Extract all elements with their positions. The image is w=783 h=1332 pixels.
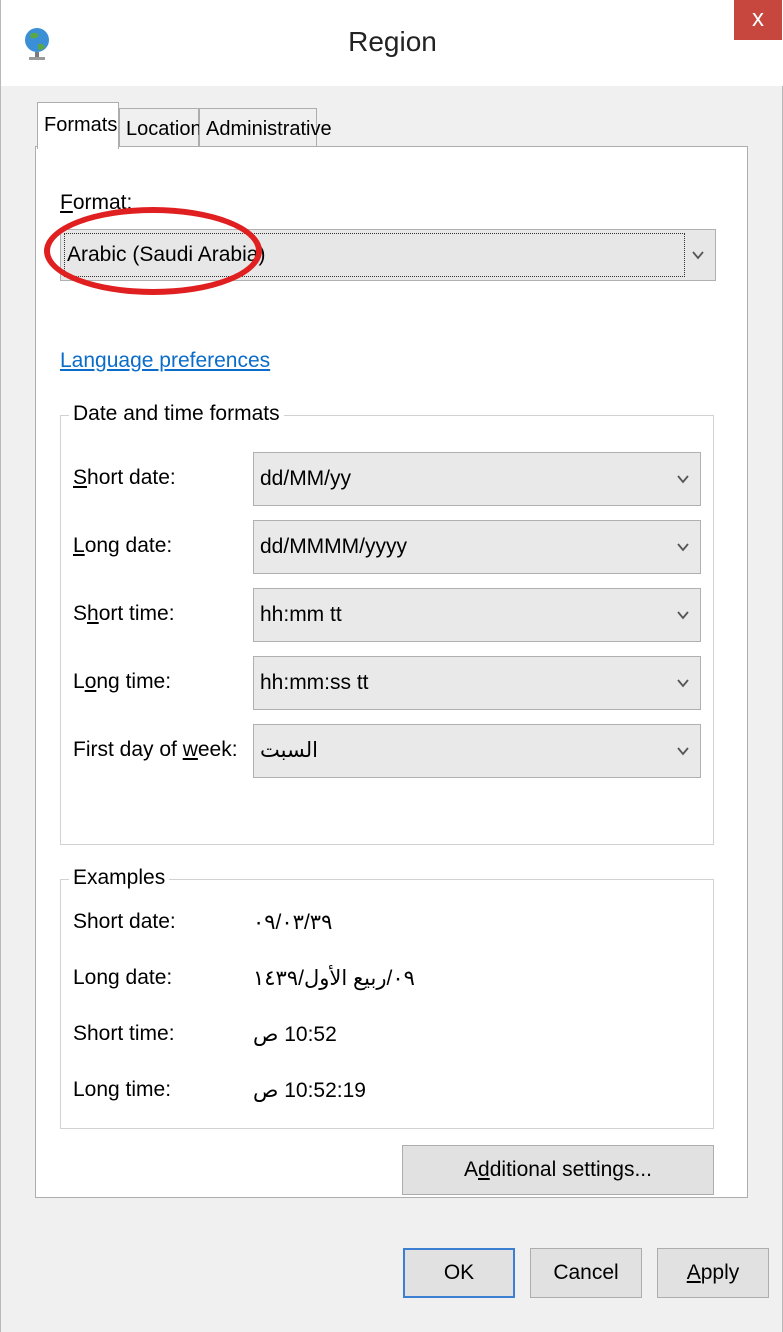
chevron-down-icon xyxy=(677,679,689,688)
region-dialog: Region x Formats Location Administrative… xyxy=(0,0,783,1332)
cancel-button[interactable]: Cancel xyxy=(530,1248,642,1298)
chevron-down-icon xyxy=(692,251,704,260)
tab-formats[interactable]: Formats xyxy=(37,102,119,149)
format-label: Format: xyxy=(60,191,133,214)
ok-button[interactable]: OK xyxy=(403,1248,515,1298)
date-time-formats-group: Date and time formats Short date: dd/MM/… xyxy=(60,402,714,845)
long-date-dropdown[interactable]: dd/MMMM/yyyy xyxy=(253,520,701,574)
examples-group: Examples Short date: ٠٩/٠٣/٣٩ Long date:… xyxy=(60,866,714,1129)
example-long-date-label: Long date: xyxy=(73,966,173,989)
example-long-date-value: ٠٩/ربيع الأول/١٤٣٩ xyxy=(253,967,415,990)
chevron-down-icon xyxy=(677,475,689,484)
first-day-of-week-label: First day of week: xyxy=(73,738,238,761)
tab-administrative[interactable]: Administrative xyxy=(199,108,332,148)
formats-panel: Format: Arabic (Saudi Arabia) Language p… xyxy=(35,146,748,1198)
first-day-of-week-dropdown[interactable]: السبت xyxy=(253,724,701,778)
chevron-down-icon xyxy=(677,747,689,756)
example-long-time-value: 10:52:19 ص xyxy=(253,1079,366,1102)
long-time-label: Long time: xyxy=(73,670,172,693)
example-short-date-label: Short date: xyxy=(73,910,176,933)
short-date-dropdown[interactable]: dd/MM/yy xyxy=(253,452,701,506)
long-time-value: hh:mm:ss tt xyxy=(260,671,369,694)
language-preferences-link[interactable]: Language preferences xyxy=(60,349,270,373)
close-button[interactable]: x xyxy=(734,0,782,40)
format-value: Arabic (Saudi Arabia) xyxy=(64,233,685,277)
window-title: Region xyxy=(348,26,437,57)
short-date-label: Short date: xyxy=(73,466,176,489)
apply-button[interactable]: Apply xyxy=(657,1248,769,1298)
chevron-down-icon xyxy=(677,543,689,552)
long-date-value: dd/MMMM/yyyy xyxy=(260,535,407,558)
additional-settings-button[interactable]: Additional settings... xyxy=(402,1145,714,1195)
short-time-label: Short time: xyxy=(73,602,175,625)
short-time-dropdown[interactable]: hh:mm tt xyxy=(253,588,701,642)
format-dropdown[interactable]: Arabic (Saudi Arabia) xyxy=(60,229,716,281)
short-date-value: dd/MM/yy xyxy=(260,467,352,490)
group-title: Examples xyxy=(69,866,170,890)
example-short-date-value: ٠٩/٠٣/٣٩ xyxy=(253,911,333,934)
long-time-dropdown[interactable]: hh:mm:ss tt xyxy=(253,656,701,710)
long-date-label: Long date: xyxy=(73,534,173,557)
title-bar: Region x xyxy=(1,0,783,86)
short-time-value: hh:mm tt xyxy=(260,603,342,626)
example-short-time-label: Short time: xyxy=(73,1022,175,1045)
example-long-time-label: Long time: xyxy=(73,1078,172,1101)
first-day-of-week-value: السبت xyxy=(260,739,318,762)
example-short-time-value: 10:52 ص xyxy=(253,1023,337,1046)
tab-location[interactable]: Location xyxy=(119,108,202,148)
chevron-down-icon xyxy=(677,611,689,620)
group-title: Date and time formats xyxy=(69,402,284,426)
